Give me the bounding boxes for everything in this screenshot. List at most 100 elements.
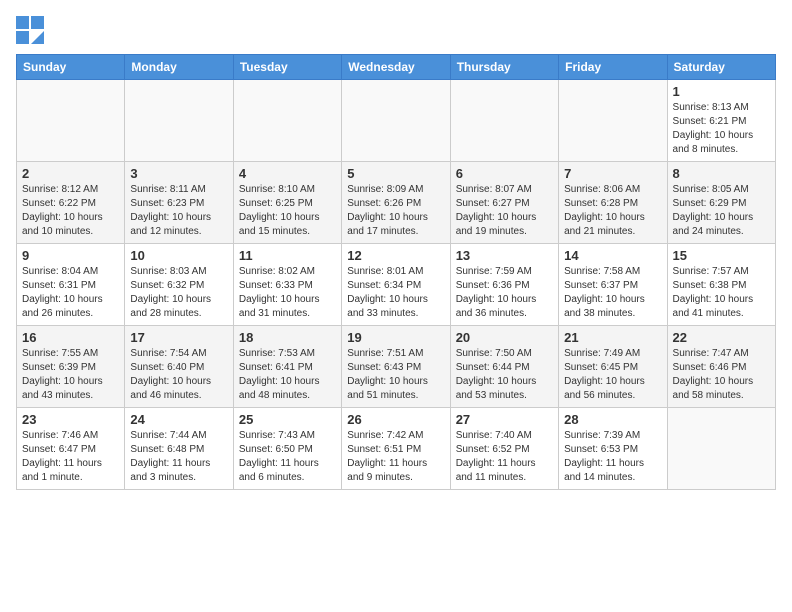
- day-number: 17: [130, 330, 227, 345]
- calendar-cell: 20 Sunrise: 7:50 AM Sunset: 6:44 PM Dayli…: [450, 326, 558, 408]
- day-number: 7: [564, 166, 661, 181]
- calendar-cell: 13Sunrise: 7:59 AM Sunset: 6:36 PM Dayli…: [450, 244, 558, 326]
- calendar-cell: 27 Sunrise: 7:40 AM Sunset: 6:52 PM Dayli…: [450, 408, 558, 490]
- calendar-cell: [450, 80, 558, 162]
- calendar-cell: [233, 80, 341, 162]
- calendar-week-4: 16 Sunrise: 7:55 AM Sunset: 6:39 PM Dayli…: [17, 326, 776, 408]
- calendar-cell: 22 Sunrise: 7:47 AM Sunset: 6:46 PM Dayli…: [667, 326, 775, 408]
- day-info: Sunrise: 8:11 AM Sunset: 6:23 PM Dayligh…: [130, 183, 227, 239]
- day-number: 23: [22, 412, 119, 427]
- day-number: 19: [347, 330, 444, 345]
- calendar-cell: 15 Sunrise: 7:57 AM Sunset: 6:38 PM Dayli…: [667, 244, 775, 326]
- day-info: Sunrise: 7:54 AM Sunset: 6:40 PM Dayligh…: [130, 347, 227, 403]
- day-info: Sunrise: 8:03 AM Sunset: 6:32 PM Dayligh…: [130, 265, 227, 321]
- day-info: Sunrise: 7:59 AM Sunset: 6:36 PM Dayligh…: [456, 265, 553, 321]
- weekday-header-friday: Friday: [559, 55, 667, 80]
- calendar-cell: 23Sunrise: 7:46 AM Sunset: 6:47 PM Dayli…: [17, 408, 125, 490]
- day-info: Sunrise: 7:42 AM Sunset: 6:51 PM Dayligh…: [347, 429, 444, 485]
- calendar-cell: 28 Sunrise: 7:39 AM Sunset: 6:53 PM Dayli…: [559, 408, 667, 490]
- calendar-cell: 6 Sunrise: 8:07 AM Sunset: 6:27 PM Daylig…: [450, 162, 558, 244]
- calendar-week-1: 1 Sunrise: 8:13 AM Sunset: 6:21 PM Daylig…: [17, 80, 776, 162]
- day-info: Sunrise: 8:05 AM Sunset: 6:29 PM Dayligh…: [673, 183, 770, 239]
- day-info: Sunrise: 7:39 AM Sunset: 6:53 PM Dayligh…: [564, 429, 661, 485]
- day-number: 28: [564, 412, 661, 427]
- calendar-cell: 25 Sunrise: 7:43 AM Sunset: 6:50 PM Dayli…: [233, 408, 341, 490]
- day-number: 27: [456, 412, 553, 427]
- calendar-cell: 4 Sunrise: 8:10 AM Sunset: 6:25 PM Daylig…: [233, 162, 341, 244]
- day-info: Sunrise: 7:47 AM Sunset: 6:46 PM Dayligh…: [673, 347, 770, 403]
- day-number: 11: [239, 248, 336, 263]
- day-number: 5: [347, 166, 444, 181]
- day-info: Sunrise: 7:58 AM Sunset: 6:37 PM Dayligh…: [564, 265, 661, 321]
- calendar-cell: 3 Sunrise: 8:11 AM Sunset: 6:23 PM Daylig…: [125, 162, 233, 244]
- day-number: 21: [564, 330, 661, 345]
- day-info: Sunrise: 7:49 AM Sunset: 6:45 PM Dayligh…: [564, 347, 661, 403]
- day-info: Sunrise: 7:40 AM Sunset: 6:52 PM Dayligh…: [456, 429, 553, 485]
- day-number: 22: [673, 330, 770, 345]
- calendar-cell: 14Sunrise: 7:58 AM Sunset: 6:37 PM Dayli…: [559, 244, 667, 326]
- calendar-cell: [559, 80, 667, 162]
- calendar-cell: 26 Sunrise: 7:42 AM Sunset: 6:51 PM Dayli…: [342, 408, 450, 490]
- day-number: 8: [673, 166, 770, 181]
- calendar-cell: [342, 80, 450, 162]
- calendar-table: SundayMondayTuesdayWednesdayThursdayFrid…: [16, 54, 776, 490]
- day-info: Sunrise: 8:02 AM Sunset: 6:33 PM Dayligh…: [239, 265, 336, 321]
- calendar-week-3: 9 Sunrise: 8:04 AM Sunset: 6:31 PM Daylig…: [17, 244, 776, 326]
- day-info: Sunrise: 8:07 AM Sunset: 6:27 PM Dayligh…: [456, 183, 553, 239]
- day-number: 6: [456, 166, 553, 181]
- calendar-cell: 11 Sunrise: 8:02 AM Sunset: 6:33 PM Dayli…: [233, 244, 341, 326]
- weekday-header-row: SundayMondayTuesdayWednesdayThursdayFrid…: [17, 55, 776, 80]
- day-number: 20: [456, 330, 553, 345]
- calendar-cell: 9 Sunrise: 8:04 AM Sunset: 6:31 PM Daylig…: [17, 244, 125, 326]
- day-info: Sunrise: 7:51 AM Sunset: 6:43 PM Dayligh…: [347, 347, 444, 403]
- day-info: Sunrise: 8:06 AM Sunset: 6:28 PM Dayligh…: [564, 183, 661, 239]
- weekday-header-sunday: Sunday: [17, 55, 125, 80]
- day-number: 3: [130, 166, 227, 181]
- day-number: 25: [239, 412, 336, 427]
- calendar-cell: 24Sunrise: 7:44 AM Sunset: 6:48 PM Dayli…: [125, 408, 233, 490]
- day-number: 15: [673, 248, 770, 263]
- day-number: 9: [22, 248, 119, 263]
- page-header: [16, 16, 776, 44]
- calendar-cell: 7 Sunrise: 8:06 AM Sunset: 6:28 PM Daylig…: [559, 162, 667, 244]
- day-number: 4: [239, 166, 336, 181]
- day-info: Sunrise: 8:01 AM Sunset: 6:34 PM Dayligh…: [347, 265, 444, 321]
- calendar-cell: 19 Sunrise: 7:51 AM Sunset: 6:43 PM Dayli…: [342, 326, 450, 408]
- weekday-header-saturday: Saturday: [667, 55, 775, 80]
- day-info: Sunrise: 8:13 AM Sunset: 6:21 PM Dayligh…: [673, 101, 770, 157]
- calendar-week-2: 2 Sunrise: 8:12 AM Sunset: 6:22 PM Daylig…: [17, 162, 776, 244]
- calendar-cell: 21 Sunrise: 7:49 AM Sunset: 6:45 PM Dayli…: [559, 326, 667, 408]
- day-info: Sunrise: 7:55 AM Sunset: 6:39 PM Dayligh…: [22, 347, 119, 403]
- day-number: 12: [347, 248, 444, 263]
- day-info: Sunrise: 8:04 AM Sunset: 6:31 PM Dayligh…: [22, 265, 119, 321]
- calendar-cell: 10 Sunrise: 8:03 AM Sunset: 6:32 PM Dayli…: [125, 244, 233, 326]
- calendar-cell: 12 Sunrise: 8:01 AM Sunset: 6:34 PM Dayli…: [342, 244, 450, 326]
- day-info: Sunrise: 8:12 AM Sunset: 6:22 PM Dayligh…: [22, 183, 119, 239]
- day-number: 10: [130, 248, 227, 263]
- day-info: Sunrise: 8:10 AM Sunset: 6:25 PM Dayligh…: [239, 183, 336, 239]
- calendar-cell: 16 Sunrise: 7:55 AM Sunset: 6:39 PM Dayli…: [17, 326, 125, 408]
- calendar-cell: 17 Sunrise: 7:54 AM Sunset: 6:40 PM Dayli…: [125, 326, 233, 408]
- weekday-header-monday: Monday: [125, 55, 233, 80]
- weekday-header-thursday: Thursday: [450, 55, 558, 80]
- calendar-cell: 8 Sunrise: 8:05 AM Sunset: 6:29 PM Daylig…: [667, 162, 775, 244]
- calendar-cell: 1 Sunrise: 8:13 AM Sunset: 6:21 PM Daylig…: [667, 80, 775, 162]
- weekday-header-tuesday: Tuesday: [233, 55, 341, 80]
- day-info: Sunrise: 7:43 AM Sunset: 6:50 PM Dayligh…: [239, 429, 336, 485]
- calendar-cell: 18 Sunrise: 7:53 AM Sunset: 6:41 PM Dayli…: [233, 326, 341, 408]
- calendar-cell: [125, 80, 233, 162]
- day-info: Sunrise: 7:57 AM Sunset: 6:38 PM Dayligh…: [673, 265, 770, 321]
- day-number: 16: [22, 330, 119, 345]
- weekday-header-wednesday: Wednesday: [342, 55, 450, 80]
- day-info: Sunrise: 7:50 AM Sunset: 6:44 PM Dayligh…: [456, 347, 553, 403]
- calendar-cell: 2 Sunrise: 8:12 AM Sunset: 6:22 PM Daylig…: [17, 162, 125, 244]
- logo: [16, 16, 46, 44]
- day-number: 1: [673, 84, 770, 99]
- day-info: Sunrise: 7:53 AM Sunset: 6:41 PM Dayligh…: [239, 347, 336, 403]
- day-number: 2: [22, 166, 119, 181]
- calendar-cell: [667, 408, 775, 490]
- day-number: 26: [347, 412, 444, 427]
- calendar-week-5: 23Sunrise: 7:46 AM Sunset: 6:47 PM Dayli…: [17, 408, 776, 490]
- day-number: 18: [239, 330, 336, 345]
- day-info: Sunrise: 8:09 AM Sunset: 6:26 PM Dayligh…: [347, 183, 444, 239]
